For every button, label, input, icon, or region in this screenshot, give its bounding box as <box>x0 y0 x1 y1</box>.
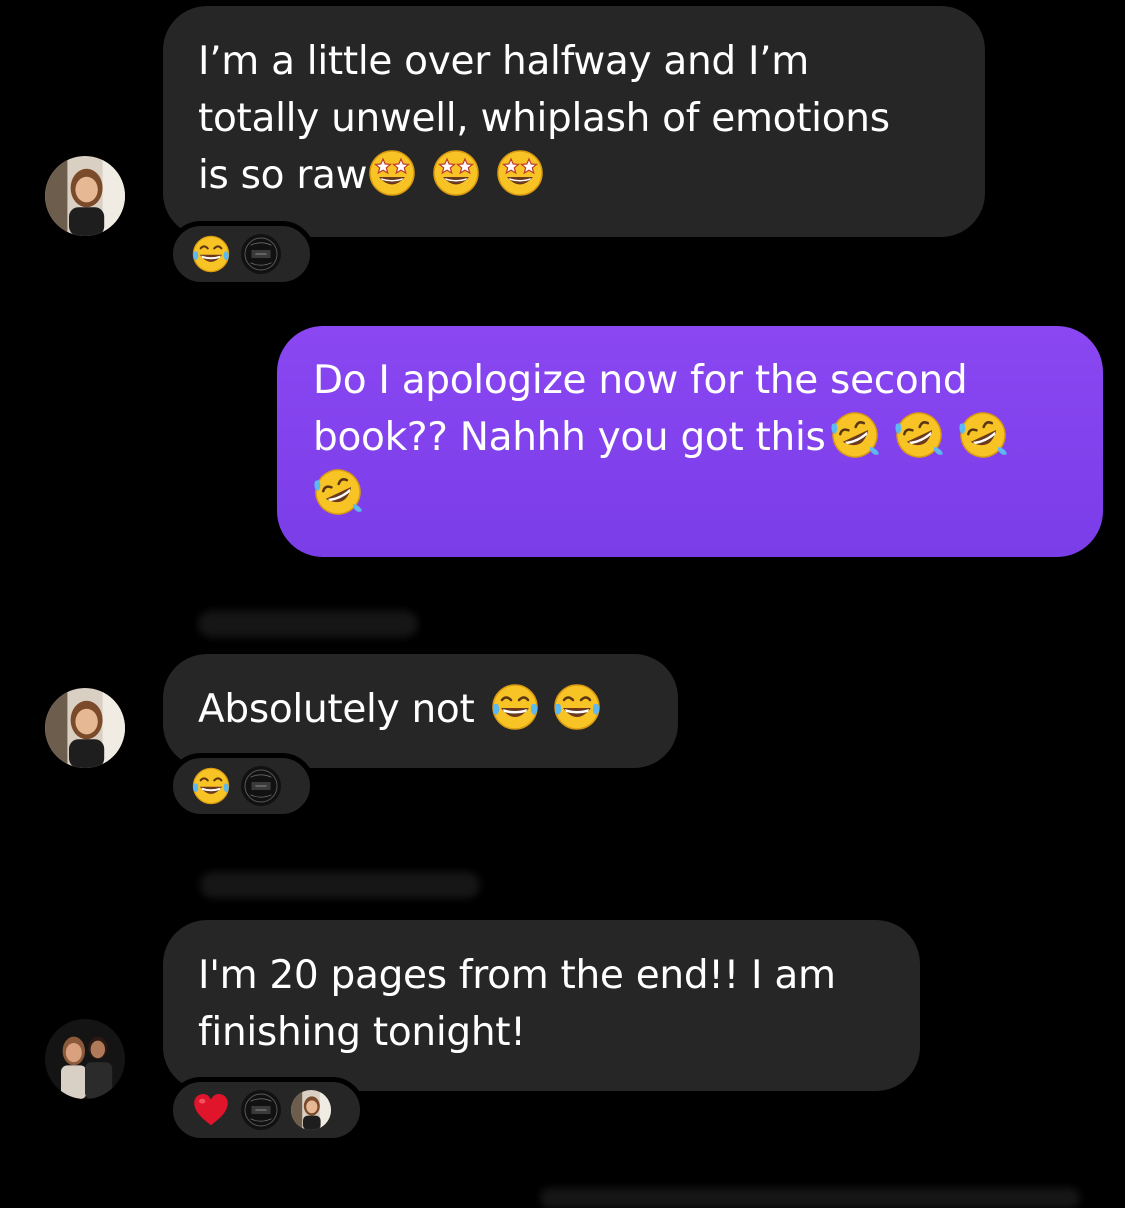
laughing-tears-icon <box>191 766 231 806</box>
blurred-label <box>198 611 418 637</box>
red-heart-icon <box>194 1094 228 1126</box>
message-text-line: I’m a little over halfway and I’m <box>198 39 809 84</box>
message-text-line: Absolutely not <box>198 681 644 738</box>
message-bubble[interactable]: I’m a little over halfway and I’m totall… <box>163 6 985 237</box>
message-text-line: is so raw <box>198 147 951 204</box>
reactions-pill[interactable] <box>168 753 315 819</box>
message-bubble[interactable]: Do I apologize now for the second book??… <box>277 326 1103 557</box>
message-text-line: finishing tonight! <box>198 1010 526 1055</box>
rolling-laughing-icon <box>313 467 363 517</box>
laughing-tears-icon <box>552 682 602 732</box>
star-struck-icon <box>495 148 545 198</box>
message-bubble[interactable]: I'm 20 pages from the end!! I am finishi… <box>163 920 920 1091</box>
reactor-avatar <box>291 1090 331 1130</box>
message-text-line: totally unwell, whiplash of emotions <box>198 96 890 141</box>
rolling-laughing-icon <box>894 410 944 460</box>
reactor-avatar <box>241 766 281 806</box>
laughing-tears-icon <box>490 682 540 732</box>
reactions-pill[interactable] <box>168 221 315 287</box>
message-text-line: I'm 20 pages from the end!! I am <box>198 953 836 998</box>
sender-avatar[interactable] <box>45 156 125 236</box>
sender-avatar[interactable] <box>45 688 125 768</box>
laughing-tears-icon <box>191 234 231 274</box>
star-struck-icon <box>431 148 481 198</box>
message-text-line: book?? Nahhh you got this <box>313 409 1067 466</box>
star-struck-icon <box>367 148 417 198</box>
message-text-line <box>313 466 1067 523</box>
reactions-pill[interactable] <box>168 1077 365 1143</box>
rolling-laughing-icon <box>958 410 1008 460</box>
rolling-laughing-icon <box>830 410 880 460</box>
blurred-label <box>540 1188 1080 1208</box>
reactor-avatar <box>241 1090 281 1130</box>
sender-avatar[interactable] <box>45 1019 125 1099</box>
message-text-line: Do I apologize now for the second <box>313 358 968 403</box>
blurred-label <box>200 872 480 898</box>
message-bubble[interactable]: Absolutely not <box>163 654 678 768</box>
reactor-avatar <box>241 234 281 274</box>
